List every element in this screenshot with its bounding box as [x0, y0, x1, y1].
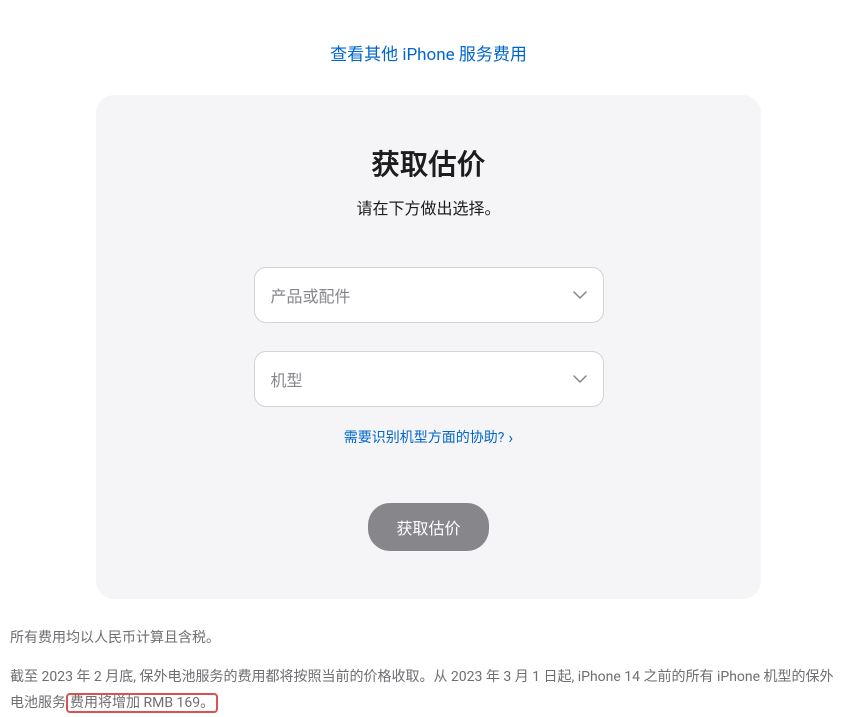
chevron-down-icon [573, 291, 587, 299]
footer-note-2: 截至 2023 年 2 月底, 保外电池服务的费用都将按照当前的价格收取。从 2… [10, 664, 847, 717]
footer-note-1: 所有费用均以人民币计算且含税。 [10, 625, 847, 652]
model-select-placeholder: 机型 [271, 367, 303, 391]
identify-model-help-link[interactable]: 需要识别机型方面的协助? [344, 427, 513, 447]
footer-text: 所有费用均以人民币计算且含税。 截至 2023 年 2 月底, 保外电池服务的费… [0, 599, 857, 717]
chevron-down-icon [573, 375, 587, 383]
product-select-placeholder: 产品或配件 [271, 283, 351, 307]
product-select-wrapper: 产品或配件 [254, 267, 604, 323]
other-services-link[interactable]: 查看其他 iPhone 服务费用 [330, 45, 527, 65]
estimate-card: 获取估价 请在下方做出选择。 产品或配件 机型 需要识别机型方面的协助? 获取估… [96, 95, 761, 599]
product-select[interactable]: 产品或配件 [254, 267, 604, 323]
page-container: 查看其他 iPhone 服务费用 获取估价 请在下方做出选择。 产品或配件 机型… [0, 0, 857, 717]
card-title: 获取估价 [136, 143, 721, 183]
footer-highlight: 费用将增加 RMB 169。 [66, 693, 218, 713]
model-select-wrapper: 机型 [254, 351, 604, 407]
get-estimate-button[interactable]: 获取估价 [368, 503, 488, 551]
card-subtitle: 请在下方做出选择。 [136, 195, 721, 219]
help-link-wrapper: 需要识别机型方面的协助? [136, 427, 721, 447]
model-select[interactable]: 机型 [254, 351, 604, 407]
top-link-wrapper: 查看其他 iPhone 服务费用 [0, 0, 857, 95]
